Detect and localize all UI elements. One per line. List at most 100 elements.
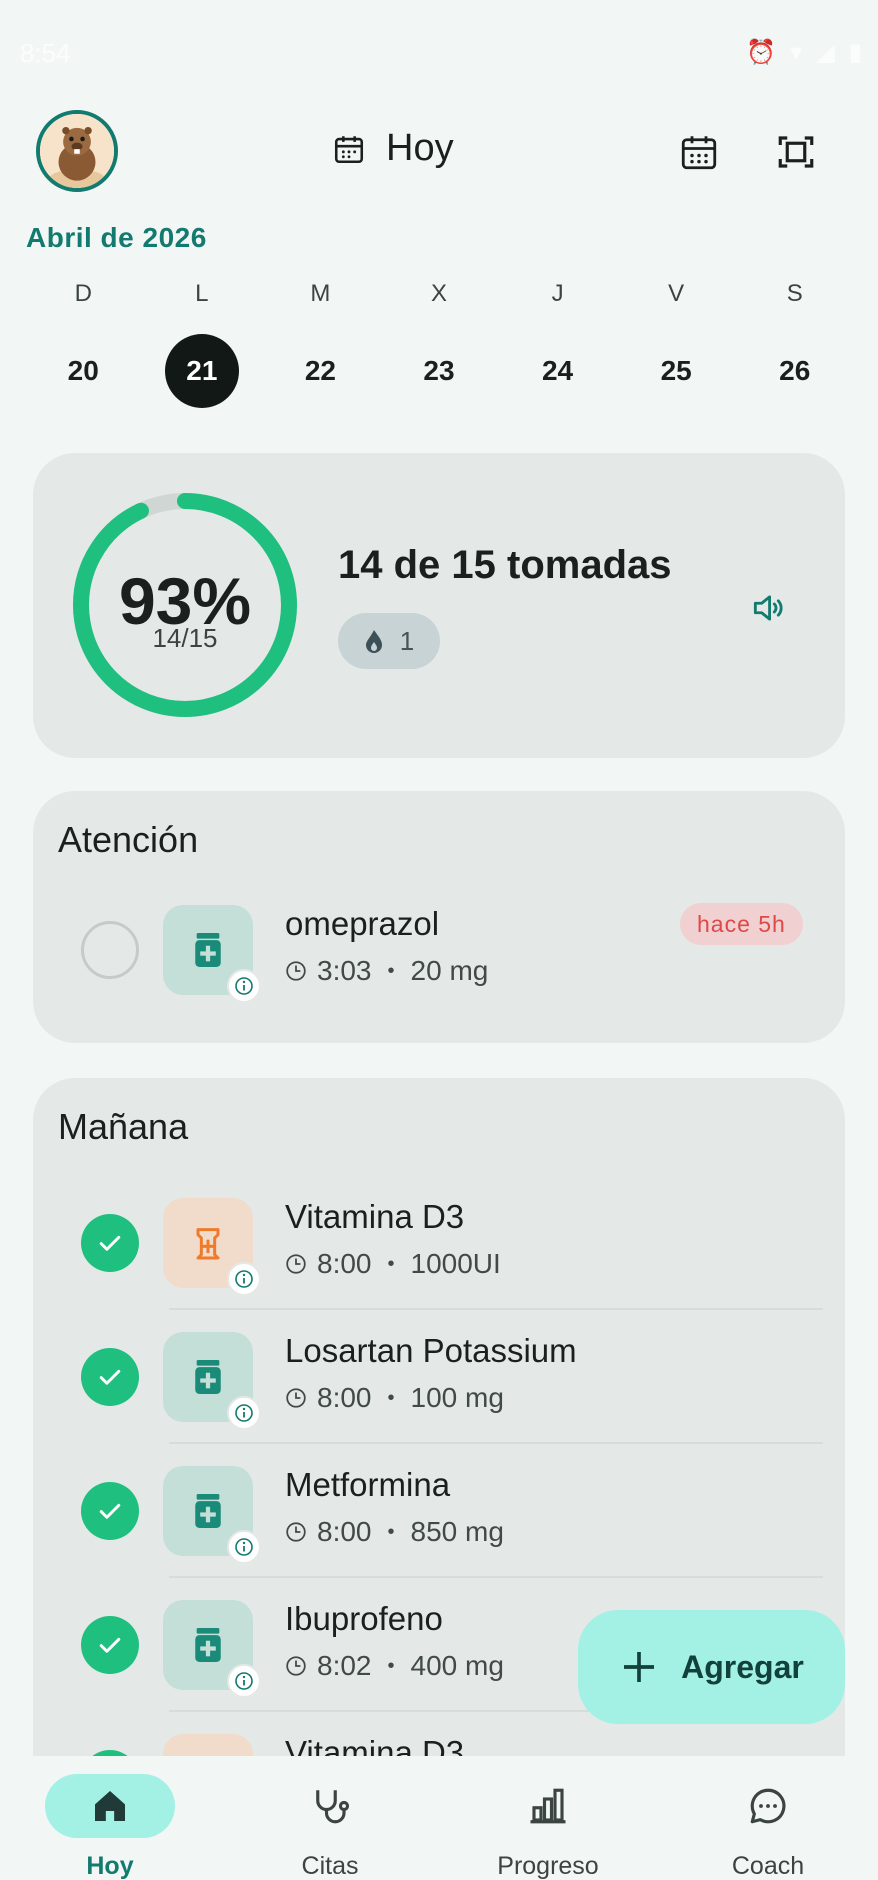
med-meta: 8:00 • 100 mg (285, 1382, 504, 1414)
day-23[interactable]: X 23 (380, 280, 499, 408)
day-number: 21 (164, 334, 239, 408)
med-dose: 100 mg (410, 1382, 504, 1413)
date-title[interactable]: Hoy (332, 127, 454, 170)
med-row[interactable]: Losartan Potassium 8:00 • 100 mg (33, 1310, 845, 1444)
section-title-attention: Atención (58, 819, 199, 860)
med-name: omeprazol (285, 905, 440, 942)
day-letter: D (74, 280, 92, 307)
wifi-icon: ▾ (790, 39, 803, 66)
day-number: 22 (304, 355, 336, 386)
scan-icon (778, 136, 814, 168)
med-meta: 8:00 • 1000UI (285, 1248, 501, 1280)
clock-icon (286, 1388, 306, 1408)
plus-icon (624, 1652, 655, 1682)
progress-fraction: 14/15 (152, 623, 218, 653)
day-letter: V (668, 280, 685, 307)
taken-checkbox[interactable] (81, 1482, 139, 1540)
med-dose: 1000UI (410, 1248, 501, 1279)
med-meta: 3:03 • 20 mg (285, 955, 488, 987)
med-name: Vitamina D3 (285, 1198, 465, 1235)
supplement-icon (163, 1734, 253, 1758)
doses-taken-label: 14 de 15 tomadas (338, 543, 672, 587)
clock-icon (286, 961, 306, 981)
stethoscope-icon (316, 1790, 350, 1824)
med-time: 8:00 (317, 1516, 372, 1547)
battery-icon: ▮ (848, 39, 862, 66)
beaver-avatar-icon (40, 114, 114, 188)
info-icon[interactable] (227, 1664, 261, 1698)
taken-checkbox[interactable] (81, 1348, 139, 1406)
med-row[interactable]: Vitamina D3 8:00 • 1000UI (33, 1176, 845, 1310)
speaker-icon (753, 595, 783, 621)
day-letter: L (195, 280, 209, 307)
nav-label: Coach (731, 1852, 805, 1880)
med-meta: 8:02 • 400 mg (285, 1650, 504, 1682)
signal-icon: ◢ (816, 39, 835, 66)
taken-checkbox[interactable] (81, 1214, 139, 1272)
progress-summary-card: 93% 14/15 14 de 15 tomadas 1 (33, 453, 845, 758)
day-26[interactable]: S 26 (735, 280, 854, 408)
nav-item-citas[interactable]: Citas (250, 1774, 410, 1880)
day-24[interactable]: J 24 (498, 280, 617, 408)
section-title-morning: Mañana (58, 1106, 189, 1147)
avatar[interactable] (36, 110, 118, 192)
top-bar: Hoy (0, 105, 878, 205)
nav-item-hoy[interactable]: Hoy (30, 1774, 190, 1880)
nav-item-progreso[interactable]: Progreso (468, 1774, 628, 1880)
info-icon[interactable] (227, 1530, 261, 1564)
med-dose: 400 mg (410, 1650, 504, 1681)
streak-chip[interactable]: 1 (338, 613, 440, 669)
med-row-omeprazol[interactable]: omeprazol 3:03 • 20 mg hace 5h (33, 883, 845, 1017)
day-22[interactable]: M 22 (261, 280, 380, 408)
day-21[interactable]: L 21 (143, 280, 262, 408)
day-letter: M (310, 280, 331, 307)
med-row[interactable]: Metformina 8:00 • 850 mg (33, 1444, 845, 1578)
day-letter: J (551, 280, 564, 307)
attention-card: Atención omeprazol 3:03 • 20 mg hace 5h (33, 791, 845, 1043)
status-icons: ⏰ ▾ ◢ ▮ (746, 38, 862, 67)
med-name: Metformina (285, 1466, 451, 1503)
med-time: 8:00 (317, 1382, 372, 1413)
add-button[interactable]: Agregar (578, 1610, 845, 1724)
sound-button[interactable] (743, 583, 793, 633)
nav-label: Progreso (497, 1852, 599, 1880)
status-time: 8:54 (20, 38, 71, 68)
day-20[interactable]: D 20 (24, 280, 143, 408)
day-letter: X (430, 280, 447, 307)
med-dose: 20 mg (410, 955, 489, 986)
alarm-icon: ⏰ (746, 39, 777, 66)
nav-label: Hoy (86, 1852, 134, 1880)
med-name: Ibuprofeno (285, 1600, 443, 1637)
nav-item-coach[interactable]: Coach (688, 1774, 848, 1880)
info-icon[interactable] (227, 1262, 261, 1296)
clock-icon (286, 1522, 306, 1542)
day-number: 23 (423, 355, 455, 386)
nav-label: Citas (301, 1852, 359, 1880)
med-time: 3:03 (317, 955, 372, 986)
med-meta: 8:00 • 850 mg (285, 1516, 504, 1548)
flame-icon (365, 630, 382, 653)
calendar-button[interactable] (674, 127, 724, 177)
info-icon[interactable] (227, 1396, 261, 1430)
add-button-label: Agregar (681, 1648, 804, 1685)
take-checkbox[interactable] (81, 921, 139, 979)
pill-bottle-icon (163, 1332, 261, 1430)
day-25[interactable]: V 25 (617, 280, 736, 408)
med-dose: 850 mg (410, 1516, 504, 1547)
scan-button[interactable] (771, 127, 821, 177)
day-letter: S (786, 280, 803, 307)
pill-bottle-icon (163, 1600, 261, 1698)
clock-icon (286, 1656, 306, 1676)
home-icon (95, 1791, 125, 1821)
med-time: 8:02 (317, 1650, 372, 1681)
pill-bottle-icon (163, 1466, 261, 1564)
chat-icon (750, 1788, 786, 1824)
day-number: 20 (67, 355, 99, 386)
bar-chart-icon (530, 1788, 566, 1824)
med-time: 8:00 (317, 1248, 372, 1279)
page-title: Hoy (386, 127, 454, 169)
calendar-icon (681, 136, 717, 170)
info-icon[interactable] (227, 969, 261, 1003)
streak-count: 1 (399, 625, 415, 656)
taken-checkbox[interactable] (81, 1616, 139, 1674)
